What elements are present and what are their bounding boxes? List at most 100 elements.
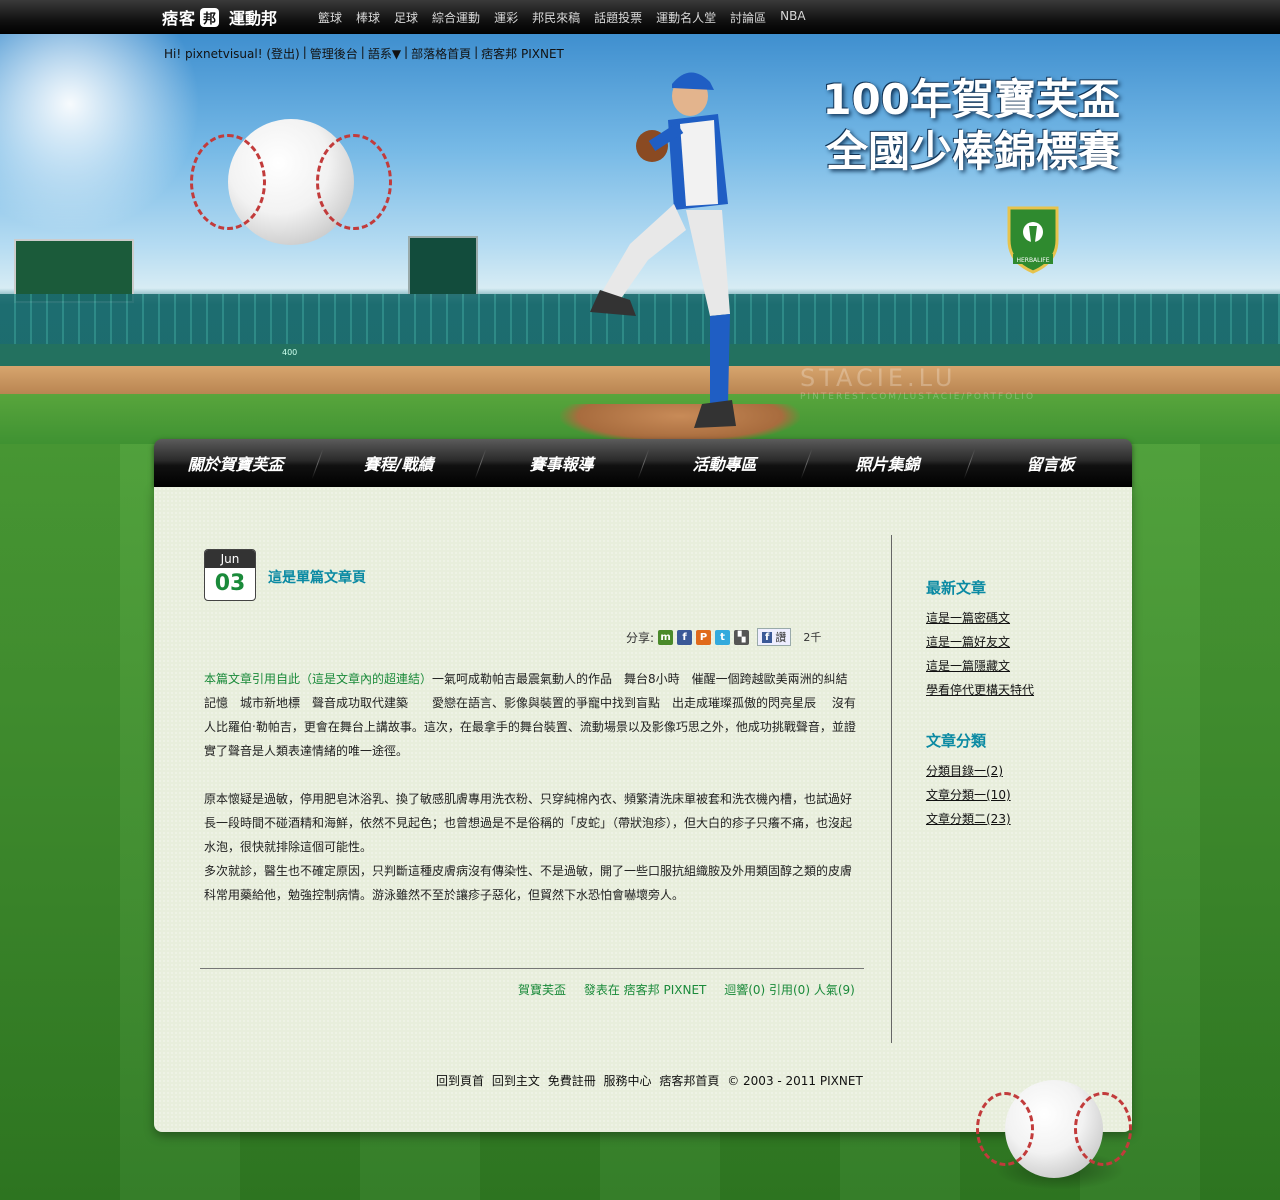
- brand-badge: 邦: [200, 7, 220, 27]
- categories-heading: 文章分類: [926, 732, 987, 750]
- footer-pixnet-home[interactable]: 痞客邦首頁: [659, 1074, 719, 1088]
- watermark: STACIE.LU PINTEREST.COM/LUSTACIE/PORTFOL…: [800, 364, 1035, 402]
- sidebar-divider: [891, 535, 892, 1043]
- pixnet-share-icon[interactable]: P: [696, 629, 712, 645]
- author-link[interactable]: 賀寶芙盃: [518, 983, 566, 997]
- distance-marker: 400: [282, 348, 298, 357]
- separator: |: [404, 45, 409, 59]
- article-paragraph: 本篇文章引用自此（這是文章內的超連結）一氣呵成勒帕吉最震氣動人的作品 舞台8小時…: [204, 667, 858, 763]
- watermark-main: STACIE.LU: [800, 364, 957, 392]
- topnav-soccer[interactable]: 足球: [394, 9, 418, 26]
- plurk-share-icon[interactable]: m: [658, 629, 674, 645]
- top-bar: 痞客 邦 運動邦 籃球 棒球 足球 綜合運動 運彩 邦民來稿 話題投票 運動名人…: [0, 0, 1280, 35]
- hero-title-line1: 100年賀寶芙盃: [822, 75, 1120, 124]
- top-nav: 籃球 棒球 足球 綜合運動 運彩 邦民來稿 話題投票 運動名人堂 討論區 NBA: [318, 9, 820, 26]
- date-badge: Jun 03: [204, 549, 256, 601]
- nav-reports[interactable]: 賽事報導: [480, 439, 643, 487]
- footer-back-to-main[interactable]: 回到主文: [492, 1074, 540, 1088]
- topnav-polls[interactable]: 話題投票: [594, 9, 642, 26]
- category-link[interactable]: 文章分類二(23): [926, 812, 1011, 826]
- hero-title: 100年賀寶芙盃 全國少棒錦標賽: [822, 74, 1120, 178]
- share-bar: 分享: m f P t ▚ f 讚 2千: [626, 628, 821, 646]
- topnav-lottery[interactable]: 運彩: [494, 9, 518, 26]
- nav-guestbook[interactable]: 留言板: [969, 439, 1132, 487]
- facebook-share-icon[interactable]: f: [677, 629, 693, 645]
- list-item: 學看停代更構天特代: [926, 678, 1106, 702]
- nav-schedule[interactable]: 賽程/戰績: [317, 439, 480, 487]
- topnav-contributions[interactable]: 邦民來稿: [532, 9, 580, 26]
- footer-register[interactable]: 免費註冊: [548, 1074, 596, 1088]
- pitcher-illustration: [590, 72, 736, 428]
- brand-sub: 運動邦: [229, 9, 278, 28]
- latest-post-link[interactable]: 學看停代更構天特代: [926, 683, 1034, 697]
- video-board: [408, 236, 478, 296]
- footer-service[interactable]: 服務中心: [604, 1074, 652, 1088]
- herbalife-text: HERBALIFE: [1016, 257, 1049, 264]
- topnav-baseball[interactable]: 棒球: [356, 9, 380, 26]
- post-title[interactable]: 這是單篇文章頁: [268, 567, 366, 587]
- post-stats[interactable]: 迴響(0) 引用(0) 人氣(9): [724, 983, 855, 997]
- article-paragraph: 多次就診，醫生也不確定原因，只判斷這種皮膚病沒有傳染性、不是過敏，開了一些口服抗…: [204, 864, 853, 902]
- topnav-basketball[interactable]: 籃球: [318, 9, 342, 26]
- main-nav: 關於賀寶芙盃 賽程/戰績 賽事報導 活動專區 照片集錦 留言板: [154, 439, 1132, 487]
- latest-post-link[interactable]: 這是一篇好友文: [926, 635, 1010, 649]
- baseball-icon: [975, 1080, 1133, 1178]
- language-dropdown[interactable]: 語系▼: [368, 45, 401, 62]
- nav-photos[interactable]: 照片集錦: [806, 439, 969, 487]
- latest-posts-list: 這是一篇密碼文 這是一篇好友文 這是一篇隱藏文 學看停代更構天特代: [926, 606, 1106, 702]
- separator: |: [302, 45, 307, 59]
- latest-post-link[interactable]: 這是一篇隱藏文: [926, 659, 1010, 673]
- posted-on[interactable]: 發表在 痞客邦 PIXNET: [584, 983, 707, 997]
- category-link[interactable]: 文章分類一(10): [926, 788, 1011, 802]
- post-meta: 賀寶芙盃 發表在 痞客邦 PIXNET 迴響(0) 引用(0) 人氣(9): [504, 981, 855, 998]
- footer-copyright: © 2003 - 2011 PIXNET: [727, 1074, 863, 1088]
- post-month: Jun: [205, 550, 255, 568]
- list-item: 分類目錄一(2): [926, 759, 1106, 783]
- list-item: 這是一篇密碼文: [926, 606, 1106, 630]
- post-day: 03: [214, 571, 246, 596]
- separator: |: [474, 45, 479, 59]
- share-label: 分享:: [626, 630, 655, 645]
- list-item: 文章分類一(10): [926, 783, 1106, 807]
- admin-link[interactable]: 管理後台: [310, 45, 358, 62]
- facebook-like-button[interactable]: f 讚: [757, 628, 792, 646]
- nav-about[interactable]: 關於賀寶芙盃: [154, 439, 317, 487]
- topnav-general-sports[interactable]: 綜合運動: [432, 9, 480, 26]
- list-item: 文章分類二(23): [926, 807, 1106, 831]
- topnav-nba[interactable]: NBA: [780, 9, 805, 26]
- topnav-forum[interactable]: 討論區: [730, 9, 766, 26]
- content-panel: Jun 03 這是單篇文章頁 分享: m f P t ▚ f 讚 2千 本篇文章…: [154, 487, 1132, 1132]
- blog-home-link[interactable]: 部落格首頁: [411, 45, 471, 62]
- categories-list: 分類目錄一(2) 文章分類一(10) 文章分類二(23): [926, 759, 1106, 831]
- divider: [200, 968, 864, 969]
- baseball-icon: [190, 119, 392, 245]
- delicious-share-icon[interactable]: ▚: [734, 629, 750, 645]
- twitter-share-icon[interactable]: t: [715, 629, 731, 645]
- topnav-hall-of-fame[interactable]: 運動名人堂: [656, 9, 716, 26]
- greeting-logout-link[interactable]: Hi! pixnetvisual! (登出): [164, 45, 300, 62]
- list-item: 這是一篇好友文: [926, 630, 1106, 654]
- watermark-sub: PINTEREST.COM/LUSTACIE/PORTFOLIO: [800, 392, 1036, 402]
- herbalife-logo: HERBALIFE: [1007, 206, 1059, 274]
- latest-posts-heading: 最新文章: [926, 579, 987, 597]
- hero-banner: 400 100年賀寶芙盃 全國少棒錦標賽 HERBALIFE STACIE.LU…: [0, 34, 1280, 444]
- facebook-like-count: 2千: [803, 631, 822, 644]
- category-link[interactable]: 分類目錄一(2): [926, 764, 1003, 778]
- list-item: 這是一篇隱藏文: [926, 654, 1106, 678]
- latest-post-link[interactable]: 這是一篇密碼文: [926, 611, 1010, 625]
- sun-glare: [0, 34, 220, 234]
- nav-events[interactable]: 活動專區: [643, 439, 806, 487]
- article-body: 本篇文章引用自此（這是文章內的超連結）一氣呵成勒帕吉最震氣動人的作品 舞台8小時…: [204, 667, 858, 907]
- pixnet-sport-logo[interactable]: 痞客 邦 運動邦: [162, 6, 277, 28]
- facebook-like-label: 讚: [775, 631, 787, 644]
- facebook-icon: f: [762, 631, 773, 643]
- sidebar: 最新文章 這是一篇密碼文 這是一篇好友文 這是一篇隱藏文 學看停代更構天特代 文…: [926, 577, 1106, 859]
- article-paragraph: 原本懷疑是過敏，停用肥皂沐浴乳、換了敏感肌膚專用洗衣粉、只穿純棉內衣、頻繁清洗床…: [204, 792, 853, 854]
- user-bar: Hi! pixnetvisual! (登出) | 管理後台 | 語系▼ | 部落…: [164, 45, 564, 62]
- brand-main: 痞客: [162, 9, 197, 28]
- separator: |: [360, 45, 365, 59]
- footer: 回到頁首 回到主文 免費註冊 服務中心 痞客邦首頁 © 2003 - 2011 …: [436, 1072, 867, 1089]
- pixnet-link[interactable]: 痞客邦 PIXNET: [481, 45, 564, 62]
- source-link[interactable]: 本篇文章引用自此（這是文章內的超連結）: [204, 672, 432, 686]
- footer-back-to-top[interactable]: 回到頁首: [436, 1074, 484, 1088]
